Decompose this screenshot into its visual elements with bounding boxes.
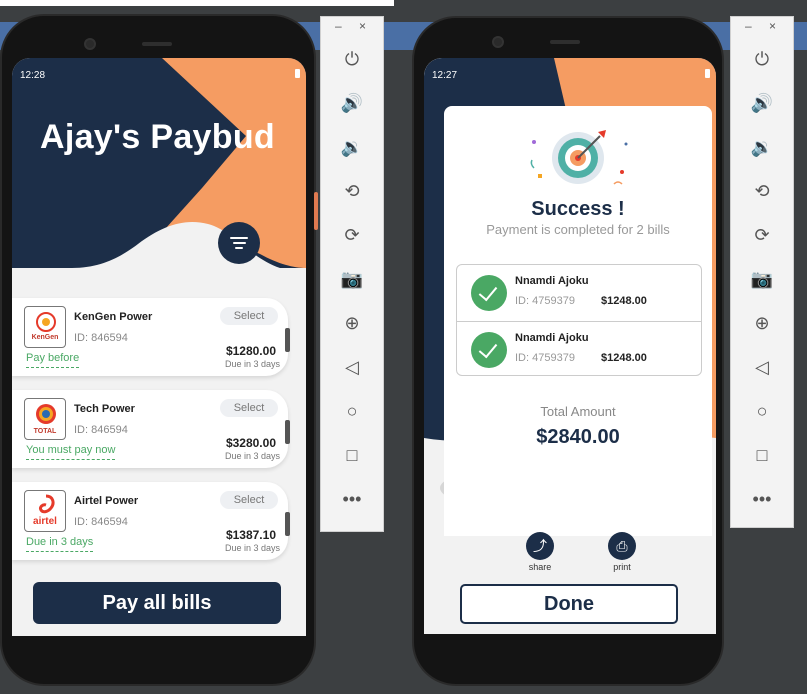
- emulator-toolbar-left: – × ⏻ 🔊 🔉 ⟲ ⟳ 📷 ⊕ ◁ ○ □ •••: [320, 16, 384, 532]
- paid-amount: $1248.00: [601, 352, 647, 364]
- filter-icon: [230, 237, 248, 239]
- bill-id: ID: 846594: [74, 516, 128, 528]
- right-screen: 12:27 Success ! Payment is completed for…: [424, 58, 716, 634]
- payee-name: Nnamdi Ajoku: [515, 275, 589, 287]
- bill-note: You must pay now: [26, 444, 116, 460]
- success-title: Success !: [531, 198, 625, 220]
- home-icon[interactable]: ○: [321, 389, 383, 433]
- volume-up-icon[interactable]: 🔊: [321, 81, 383, 125]
- status-bar: 12:28: [12, 58, 306, 92]
- camera-icon[interactable]: 📷: [321, 257, 383, 301]
- check-icon: [471, 332, 507, 368]
- volume-down-icon[interactable]: 🔉: [731, 125, 793, 169]
- back-icon[interactable]: ◁: [321, 345, 383, 389]
- select-button[interactable]: Select: [220, 307, 278, 325]
- bill-note: Pay before: [26, 352, 80, 368]
- bill-amount: $3280.00: [225, 436, 276, 450]
- total-label: Total Amount: [540, 404, 616, 419]
- zoom-icon[interactable]: ⊕: [321, 301, 383, 345]
- paid-amount: $1248.00: [601, 295, 647, 307]
- volume-down-icon[interactable]: 🔉: [321, 125, 383, 169]
- bill-card-airtel[interactable]: airtel Airtel Power ID: 846594 Select $1…: [12, 482, 290, 560]
- bill-card-tech[interactable]: TOTAL Tech Power ID: 846594 Select $3280…: [12, 390, 290, 468]
- camera-icon[interactable]: 📷: [731, 257, 793, 301]
- more-icon[interactable]: •••: [321, 477, 383, 521]
- battery-icon: [705, 69, 710, 78]
- power-icon[interactable]: ⏻: [321, 37, 383, 81]
- success-subtitle: Payment is completed for 2 bills: [486, 222, 670, 237]
- payee-id: ID: 4759379: [515, 352, 575, 364]
- filter-button[interactable]: [218, 222, 260, 264]
- share-icon: ⤴: [526, 532, 554, 560]
- overview-icon[interactable]: □: [321, 433, 383, 477]
- check-icon: [471, 275, 507, 311]
- zoom-icon[interactable]: ⊕: [731, 301, 793, 345]
- bill-due: Due in 3 days: [224, 543, 280, 553]
- battery-icon: [295, 69, 300, 78]
- select-button[interactable]: Select: [220, 491, 278, 509]
- bill-id: ID: 846594: [74, 424, 128, 436]
- total-logo: TOTAL: [24, 398, 66, 440]
- payee-id: ID: 4759379: [515, 295, 575, 307]
- card-handle: [285, 328, 290, 352]
- receipt-torn-edge: [444, 464, 712, 486]
- bill-card-kengen[interactable]: KenGen KenGen Power ID: 846594 Select $1…: [12, 298, 290, 376]
- minimize-button[interactable]: –: [745, 19, 752, 33]
- paid-bills-list: Nnamdi Ajoku ID: 4759379 $1248.00 Nnamdi…: [456, 264, 702, 376]
- print-action[interactable]: ⎙ print: [602, 532, 642, 572]
- kengen-logo: KenGen: [24, 306, 66, 348]
- bill-due: Due in 3 days: [224, 359, 280, 369]
- bill-provider: Tech Power: [74, 403, 135, 415]
- app-title: Ajay's Paybud: [40, 118, 275, 156]
- minimize-button[interactable]: –: [335, 19, 342, 33]
- target-icon: [530, 130, 628, 185]
- list-item: Nnamdi Ajoku ID: 4759379 $1248.00: [457, 265, 701, 321]
- rotate-right-icon[interactable]: ⟳: [321, 213, 383, 257]
- status-time: 12:28: [20, 70, 46, 81]
- status-time: 12:27: [432, 70, 458, 81]
- select-button[interactable]: Select: [220, 399, 278, 417]
- close-button[interactable]: ×: [769, 19, 776, 33]
- pay-all-bills-button[interactable]: Pay all bills: [33, 582, 281, 624]
- bill-id: ID: 846594: [74, 332, 128, 344]
- print-label: print: [613, 562, 631, 572]
- card-handle: [285, 420, 290, 444]
- home-icon[interactable]: ○: [731, 389, 793, 433]
- list-item: Nnamdi Ajoku ID: 4759379 $1248.00: [457, 321, 701, 377]
- bill-amount: $1280.00: [225, 344, 276, 358]
- airtel-logo: airtel: [24, 490, 66, 532]
- left-screen: 12:28 Ajay's Paybud KenGen KenGen Power …: [12, 58, 306, 636]
- done-button[interactable]: Done: [460, 584, 678, 624]
- bill-due: Due in 3 days: [224, 451, 280, 461]
- side-button: [314, 192, 318, 230]
- bill-provider: Airtel Power: [74, 495, 139, 507]
- share-action[interactable]: ⤴ share: [520, 532, 560, 572]
- left-phone-frame: 12:28 Ajay's Paybud KenGen KenGen Power …: [0, 14, 318, 686]
- receipt-card: Success ! Payment is completed for 2 bil…: [444, 106, 712, 536]
- emulator-toolbar-right: – × ⏻ 🔊 🔉 ⟲ ⟳ 📷 ⊕ ◁ ○ □ •••: [730, 16, 794, 528]
- bill-provider: KenGen Power: [74, 311, 153, 323]
- print-icon: ⎙: [608, 532, 636, 560]
- rotate-left-icon[interactable]: ⟲: [321, 169, 383, 213]
- rotate-right-icon[interactable]: ⟳: [731, 213, 793, 257]
- overview-icon[interactable]: □: [731, 433, 793, 477]
- more-icon[interactable]: •••: [731, 477, 793, 521]
- back-icon[interactable]: ◁: [731, 345, 793, 389]
- power-icon[interactable]: ⏻: [731, 37, 793, 81]
- rotate-left-icon[interactable]: ⟲: [731, 169, 793, 213]
- share-label: share: [528, 562, 552, 572]
- close-button[interactable]: ×: [359, 19, 366, 33]
- volume-up-icon[interactable]: 🔊: [731, 81, 793, 125]
- right-phone-frame: 12:27 Success ! Payment is completed for…: [412, 16, 724, 686]
- card-handle: [285, 512, 290, 536]
- total-amount: $2840.00: [536, 426, 620, 448]
- bill-note: Due in 3 days: [26, 536, 94, 552]
- header-background: [12, 58, 306, 290]
- bill-amount: $1387.10: [225, 528, 276, 542]
- payee-name: Nnamdi Ajoku: [515, 332, 589, 344]
- status-bar: 12:27: [424, 58, 716, 92]
